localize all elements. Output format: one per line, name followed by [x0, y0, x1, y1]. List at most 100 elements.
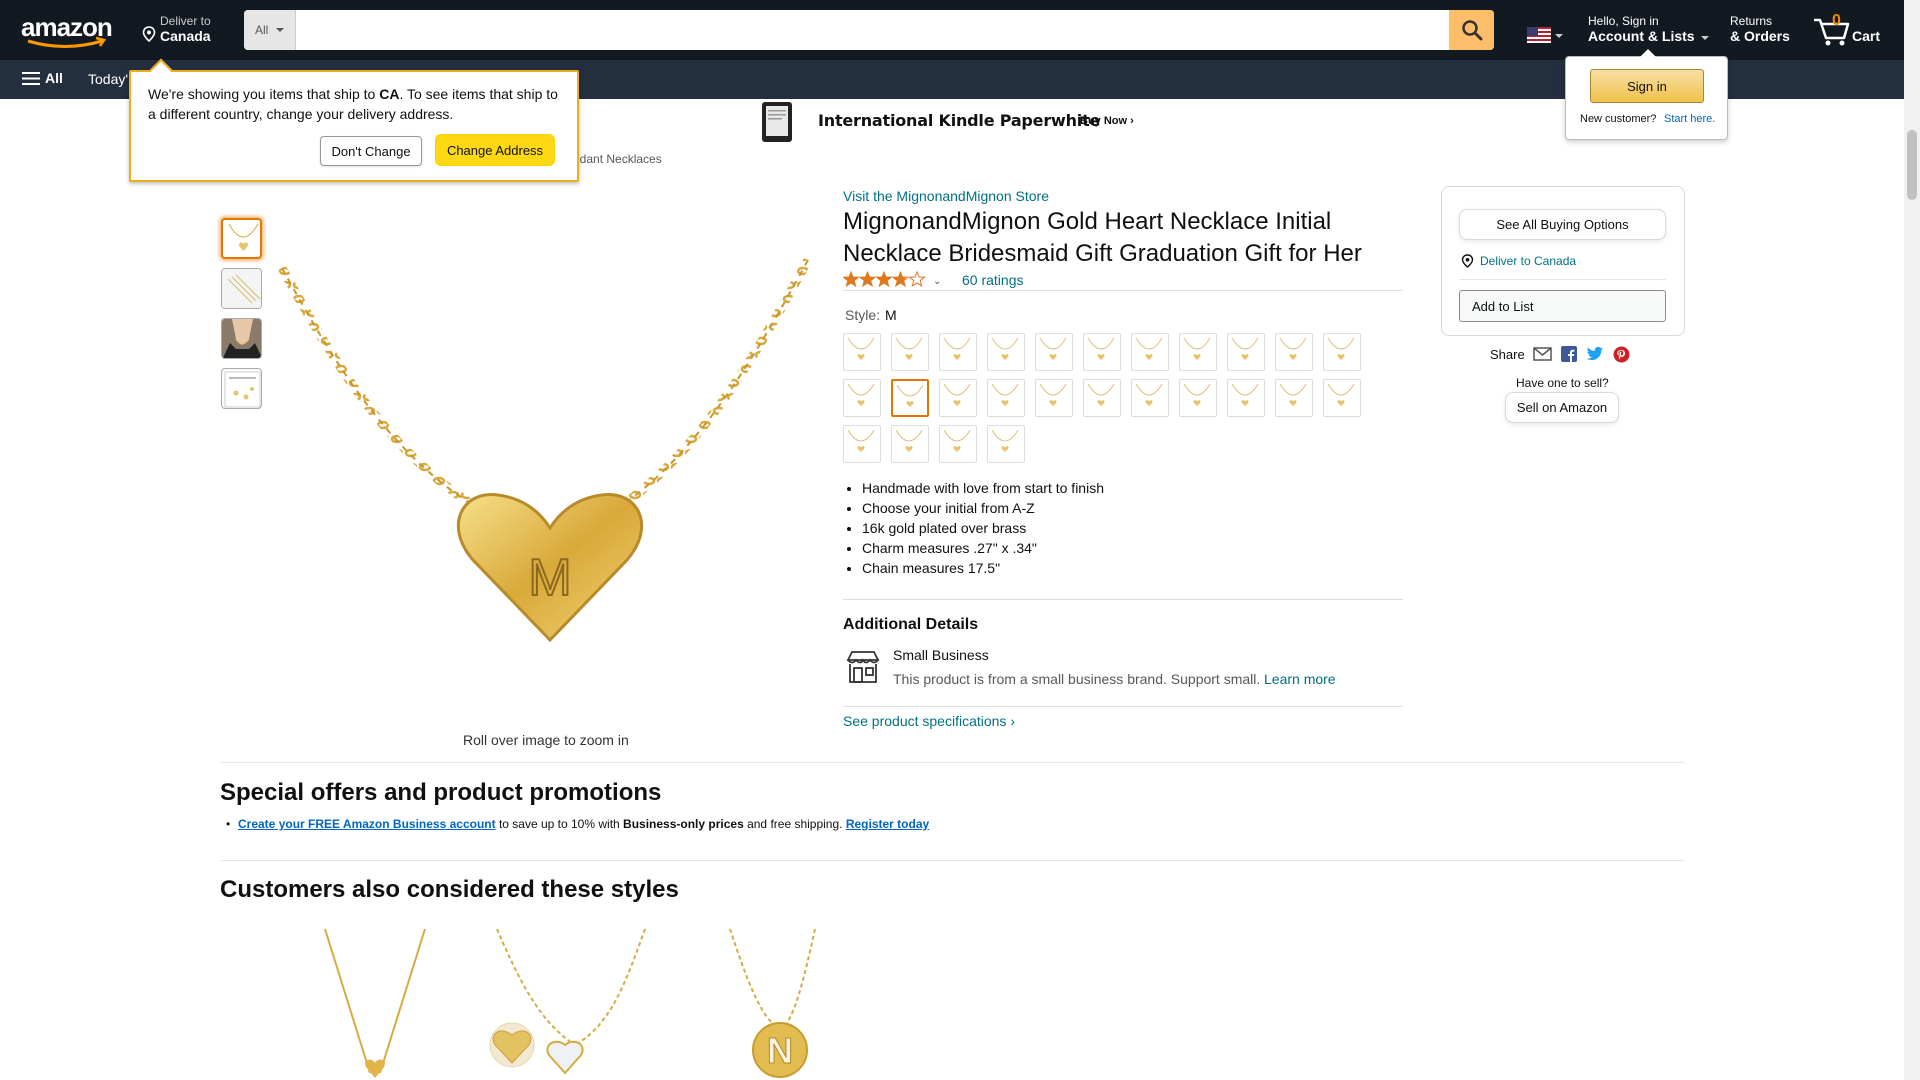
- style-swatch[interactable]: [891, 333, 929, 371]
- necklace-swatch-image: [896, 384, 924, 407]
- see-all-buying-options-button[interactable]: See All Buying Options: [1459, 209, 1666, 240]
- feature-bullet: 16k gold plated over brass: [862, 518, 1403, 538]
- rating-stars[interactable]: [843, 271, 927, 287]
- style-swatch[interactable]: [891, 379, 929, 417]
- facebook-share-icon[interactable]: [1561, 346, 1577, 362]
- thumbnail-3[interactable]: [221, 318, 262, 359]
- kindle-buy-now-link[interactable]: Buy Now ›: [1080, 115, 1134, 127]
- start-here-link[interactable]: Start here.: [1664, 113, 1715, 125]
- deliver-to-selector[interactable]: Deliver to Canada: [142, 14, 211, 44]
- us-flag-icon[interactable]: [1527, 27, 1551, 43]
- location-pin-icon: [142, 26, 156, 42]
- style-swatch[interactable]: [1083, 333, 1121, 371]
- recommended-necklace-1-image[interactable]: [290, 925, 460, 1080]
- dont-change-button[interactable]: Don't Change: [320, 136, 422, 166]
- style-swatch[interactable]: [1323, 333, 1361, 371]
- style-swatch[interactable]: [1035, 333, 1073, 371]
- style-swatch[interactable]: [1035, 379, 1073, 417]
- small-business-title: Small Business: [893, 647, 989, 663]
- location-pin-icon: [1461, 254, 1474, 268]
- style-swatch[interactable]: [1179, 333, 1217, 371]
- recommended-necklace-2-image[interactable]: [485, 925, 655, 1080]
- divider: [843, 599, 1403, 600]
- kindle-device-image[interactable]: [760, 101, 800, 143]
- necklace-swatch-image: [1279, 383, 1307, 406]
- all-menu-button[interactable]: All: [22, 70, 63, 86]
- twitter-share-icon[interactable]: [1586, 346, 1604, 362]
- style-swatch[interactable]: [1131, 333, 1169, 371]
- style-swatch[interactable]: [843, 425, 881, 463]
- breadcrumb[interactable]: ndant Necklaces: [573, 152, 662, 166]
- style-swatch[interactable]: [1227, 333, 1265, 371]
- thumbnail-2[interactable]: [221, 268, 262, 309]
- search-category-dropdown[interactable]: All: [244, 10, 296, 50]
- necklace-swatch-image: [943, 429, 971, 452]
- rating-count-link[interactable]: 60 ratings: [962, 272, 1023, 288]
- thumbnail-4[interactable]: [221, 368, 262, 409]
- learn-more-link[interactable]: Learn more: [1264, 671, 1336, 687]
- initial-letter: M: [528, 549, 571, 607]
- store-link[interactable]: Visit the MignonandMignon Store: [843, 188, 1049, 204]
- amazon-logo[interactable]: amazon: [20, 14, 122, 48]
- feature-bullet: Charm measures .27" x .34": [862, 538, 1403, 558]
- product-specifications-link[interactable]: See product specifications ›: [843, 713, 1015, 729]
- register-today-link[interactable]: Register today: [846, 817, 929, 831]
- style-swatch[interactable]: [1227, 379, 1265, 417]
- create-business-account-link[interactable]: Create your FREE Amazon Business account: [238, 817, 496, 831]
- chevron-down-icon[interactable]: ⌄: [933, 276, 941, 287]
- main-product-image[interactable]: M: [278, 250, 812, 650]
- necklace-swatch-image: [847, 429, 875, 452]
- style-swatch[interactable]: [843, 333, 881, 371]
- deliver-to-canada-link[interactable]: Deliver to Canada: [1480, 254, 1576, 268]
- bullet-icon: •: [226, 817, 231, 831]
- popover-country: CA: [379, 86, 400, 102]
- style-swatch[interactable]: [987, 333, 1025, 371]
- necklace-swatch-image: [1087, 383, 1115, 406]
- style-swatch[interactable]: [987, 379, 1025, 417]
- returns-orders-link[interactable]: Returns & Orders: [1730, 14, 1790, 44]
- style-swatch[interactable]: [987, 425, 1025, 463]
- add-to-list-button[interactable]: Add to List: [1459, 290, 1666, 322]
- style-swatch[interactable]: [1275, 379, 1313, 417]
- small-business-description: This product is from a small business br…: [893, 671, 1261, 687]
- style-swatch[interactable]: [843, 379, 881, 417]
- cart-count: 0: [1832, 12, 1841, 29]
- necklace-swatch-image: [1039, 337, 1067, 360]
- share-label: Share: [1490, 347, 1525, 362]
- necklace-swatch-image: [1135, 383, 1163, 406]
- small-business-store-icon: [846, 651, 880, 683]
- account-lists-menu[interactable]: Hello, Sign in Account & Lists: [1588, 14, 1695, 44]
- style-swatch[interactable]: [1131, 379, 1169, 417]
- necklace-swatch-image: [1327, 337, 1355, 360]
- pinterest-share-icon[interactable]: [1613, 346, 1630, 363]
- divider: [220, 860, 1685, 861]
- style-swatch[interactable]: [939, 425, 977, 463]
- offer-text: to save up to 10% with: [495, 817, 624, 831]
- sign-in-button[interactable]: Sign in: [1590, 69, 1704, 103]
- scrollbar-thumb[interactable]: [1907, 130, 1917, 200]
- necklace-swatch-image: [847, 383, 875, 406]
- style-swatch[interactable]: [1323, 379, 1361, 417]
- feature-bullet: Choose your initial from A-Z: [862, 498, 1403, 518]
- have-one-to-sell-label: Have one to sell?: [1516, 376, 1609, 390]
- necklace-thumbnail-image: [228, 223, 259, 251]
- search-input[interactable]: [296, 10, 1449, 50]
- style-swatch[interactable]: [1275, 333, 1313, 371]
- thumbnail-1[interactable]: [221, 218, 262, 259]
- nav-todays-deals[interactable]: Today': [88, 71, 128, 87]
- style-swatch[interactable]: [1083, 379, 1121, 417]
- recommended-necklace-3-image[interactable]: N: [695, 925, 865, 1080]
- change-address-button[interactable]: Change Address: [435, 134, 555, 166]
- style-swatch[interactable]: [939, 379, 977, 417]
- style-swatch[interactable]: [1179, 379, 1217, 417]
- style-swatch[interactable]: [939, 333, 977, 371]
- kindle-banner-title[interactable]: International Kindle Paperwhite: [818, 111, 1100, 130]
- star-icon: [891, 271, 910, 287]
- email-share-icon[interactable]: [1533, 346, 1552, 362]
- account-greeting: Hello, Sign in: [1588, 14, 1659, 28]
- necklace-swatch-image: [1039, 383, 1067, 406]
- necklace-swatch-image: [991, 337, 1019, 360]
- style-swatch[interactable]: [891, 425, 929, 463]
- search-button[interactable]: [1449, 10, 1494, 50]
- sell-on-amazon-button[interactable]: Sell on Amazon: [1505, 392, 1619, 423]
